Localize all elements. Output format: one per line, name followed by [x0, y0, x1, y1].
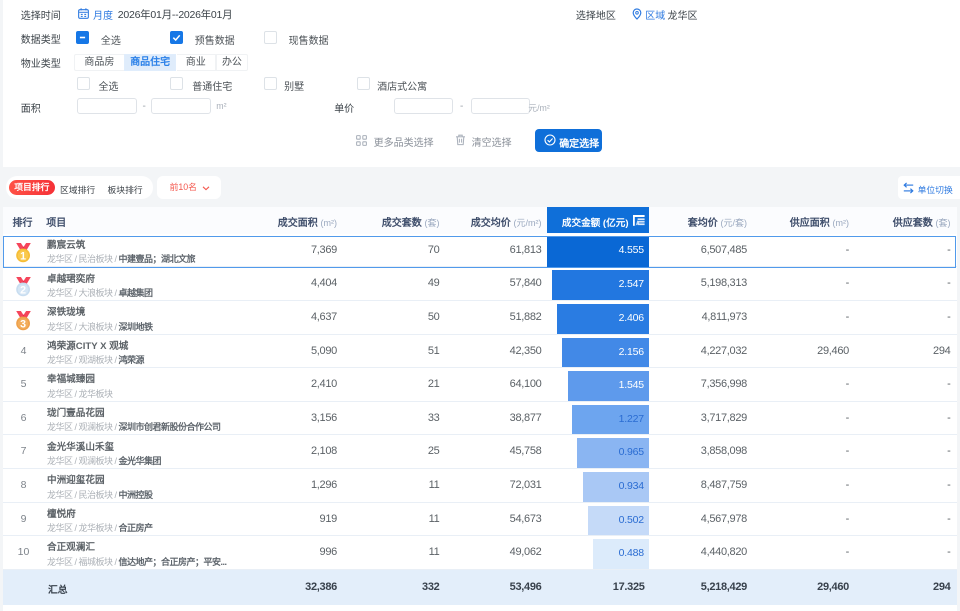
svg-text:1: 1 — [20, 251, 26, 263]
svg-text:2: 2 — [20, 284, 26, 296]
svg-text:3: 3 — [20, 318, 26, 330]
